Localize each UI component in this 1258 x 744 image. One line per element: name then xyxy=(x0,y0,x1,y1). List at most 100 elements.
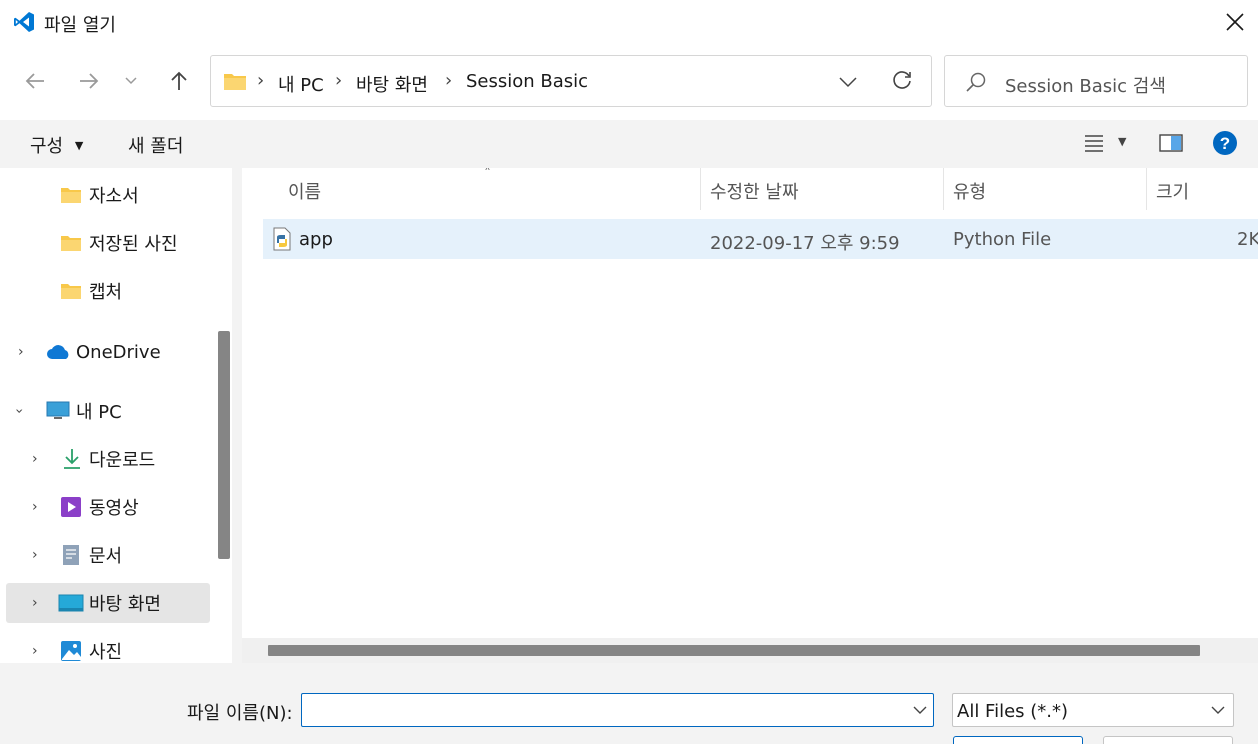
pictures-icon xyxy=(61,641,81,661)
caret-down-icon: ▼ xyxy=(74,139,84,152)
breadcrumb-separator: › xyxy=(335,70,343,91)
command-bar: 구성 ▼ 새 폴더 ▼ ? xyxy=(0,120,1258,168)
monitor-icon xyxy=(46,401,70,419)
column-header-name[interactable]: 이름 xyxy=(288,178,321,204)
breadcrumb-item[interactable]: Session Basic xyxy=(466,71,588,92)
file-type: Python File xyxy=(953,229,1052,250)
breadcrumb-separator: › xyxy=(257,70,265,91)
window-title: 파일 열기 xyxy=(44,15,116,36)
forward-button[interactable] xyxy=(72,64,106,98)
nav-item-동영상[interactable]: › 동영상 xyxy=(6,487,210,527)
folder-icon xyxy=(224,74,246,90)
file-type-select[interactable]: All Files (*.*) xyxy=(952,693,1234,727)
column-header-type[interactable]: 유형 xyxy=(953,178,986,204)
organize-button[interactable]: 구성 ▼ xyxy=(30,132,83,158)
download-icon xyxy=(64,449,80,469)
file-name: app xyxy=(299,229,333,250)
file-modified: 2022-09-17 오후 9:59 xyxy=(710,233,900,254)
new-folder-button[interactable]: 새 폴더 xyxy=(128,132,183,158)
chevron-down-icon[interactable]: › xyxy=(11,408,27,414)
file-open-dialog: 파일 열기 › 내 PC › 바탕 화면 › Session Basic Ses… xyxy=(0,0,1258,744)
view-options-icon[interactable] xyxy=(1084,134,1104,152)
nav-item-문서[interactable]: › 문서 xyxy=(6,535,210,575)
column-divider[interactable] xyxy=(1146,168,1147,210)
nav-item-label: 자소서 xyxy=(89,186,139,207)
horizontal-scrollbar-thumb[interactable] xyxy=(268,645,1200,656)
file-size: 2K xyxy=(1237,229,1258,250)
nav-item-label: 저장된 사진 xyxy=(89,234,178,255)
search-icon xyxy=(966,72,986,92)
chevron-right-icon[interactable]: › xyxy=(32,595,38,611)
nav-item-내-pc[interactable]: › 내 PC xyxy=(6,391,210,431)
organize-label: 구성 xyxy=(30,136,64,157)
caret-down-icon[interactable]: ▼ xyxy=(1118,135,1126,148)
document-icon xyxy=(63,545,79,565)
chevron-right-icon[interactable]: › xyxy=(18,344,24,360)
nav-item-label: 바탕 화면 xyxy=(89,594,161,615)
nav-item-label: 사진 xyxy=(89,642,123,663)
nav-item-label: 캡처 xyxy=(89,282,123,303)
nav-item-저장된-사진[interactable]: 저장된 사진 xyxy=(6,223,210,263)
chevron-down-icon[interactable] xyxy=(839,76,857,88)
help-icon[interactable]: ? xyxy=(1212,130,1238,156)
horizontal-scrollbar[interactable] xyxy=(242,638,1258,663)
breadcrumb-separator: › xyxy=(445,70,453,91)
arrow-left-icon xyxy=(25,73,44,89)
chevron-right-icon[interactable]: › xyxy=(32,643,38,659)
chevron-down-icon xyxy=(125,77,137,85)
search-box[interactable]: Session Basic 검색 xyxy=(944,55,1248,107)
search-placeholder: Session Basic 검색 xyxy=(1005,76,1166,97)
cancel-button[interactable] xyxy=(1103,736,1233,744)
chevron-right-icon[interactable]: › xyxy=(32,499,38,515)
column-divider[interactable] xyxy=(943,168,944,210)
close-icon xyxy=(1226,13,1244,31)
nav-item-바탕-화면[interactable]: › 바탕 화면 xyxy=(6,583,210,623)
file-list: ˄ 이름 수정한 날짜 유형 크기 app 2022-09-17 오후 9:59… xyxy=(242,168,1258,638)
filename-input[interactable] xyxy=(301,693,934,727)
nav-item-label: 다운로드 xyxy=(89,450,156,471)
chevron-right-icon[interactable]: › xyxy=(32,547,38,563)
nav-item-사진[interactable]: › 사진 xyxy=(6,631,210,663)
video-icon xyxy=(61,497,81,517)
navigation-bar: › 내 PC › 바탕 화면 › Session Basic Session B… xyxy=(0,44,1258,120)
breadcrumb-item[interactable]: 내 PC xyxy=(278,71,324,97)
chevron-down-icon xyxy=(1211,706,1225,714)
preview-pane-icon[interactable] xyxy=(1159,133,1183,153)
folder-icon xyxy=(61,284,81,299)
up-button[interactable] xyxy=(162,64,196,98)
navigation-pane-scrollbar[interactable] xyxy=(218,331,230,559)
recent-locations-button[interactable] xyxy=(116,64,146,98)
chevron-right-icon[interactable]: › xyxy=(32,451,38,467)
nav-item-캡처[interactable]: 캡처 xyxy=(6,271,210,311)
close-button[interactable] xyxy=(1212,0,1258,44)
nav-item-label: 내 PC xyxy=(76,402,122,423)
arrow-right-icon xyxy=(80,73,99,89)
nav-item-label: 문서 xyxy=(89,546,123,567)
nav-item-다운로드[interactable]: › 다운로드 xyxy=(6,439,210,479)
filename-label: 파일 이름(N): xyxy=(187,703,293,724)
folder-icon xyxy=(61,236,81,251)
folder-icon xyxy=(61,188,81,203)
nav-item-자소서[interactable]: 자소서 xyxy=(6,175,210,215)
column-divider[interactable] xyxy=(700,168,701,210)
chevron-down-icon[interactable] xyxy=(913,706,927,715)
back-button[interactable] xyxy=(18,64,52,98)
file-type-value: All Files (*.*) xyxy=(957,701,1069,722)
open-button[interactable] xyxy=(953,736,1083,744)
python-file-icon xyxy=(273,227,291,251)
svg-text:?: ? xyxy=(1220,134,1230,153)
title-bar: 파일 열기 xyxy=(0,0,1258,44)
address-bar[interactable]: › 내 PC › 바탕 화면 › Session Basic xyxy=(210,55,932,107)
nav-item-label: 동영상 xyxy=(89,498,139,519)
nav-item-onedrive[interactable]: › OneDrive xyxy=(6,332,210,372)
column-header-size[interactable]: 크기 xyxy=(1156,178,1189,204)
dialog-footer: 파일 이름(N): All Files (*.*) xyxy=(0,663,1258,744)
desktop-icon xyxy=(58,594,84,612)
navigation-pane: 자소서 저장된 사진 캡처 › OneDrive › 내 PC › 다운로드 ›… xyxy=(0,168,232,663)
column-header-modified[interactable]: 수정한 날짜 xyxy=(710,178,799,204)
arrow-up-icon xyxy=(171,71,187,90)
refresh-icon[interactable] xyxy=(891,70,913,92)
breadcrumb-item[interactable]: 바탕 화면 xyxy=(356,71,428,97)
file-row[interactable]: app 2022-09-17 오후 9:59 Python File 2K xyxy=(263,219,1258,259)
nav-item-label: OneDrive xyxy=(76,341,161,363)
